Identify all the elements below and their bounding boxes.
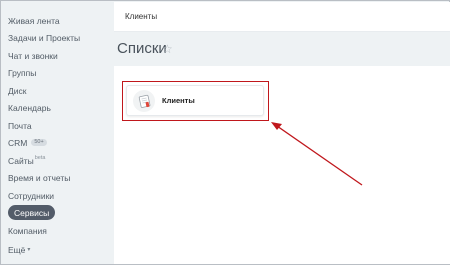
star-icon[interactable]: ☆ [162, 42, 173, 56]
chevron-down-icon: ▾ [27, 247, 31, 253]
beta-label: beta [34, 154, 46, 161]
sidebar-item-label: Ещё [8, 244, 26, 255]
title-bar: Списки ☆ [114, 32, 450, 66]
sidebar-item-calendar[interactable]: Календарь [8, 100, 51, 115]
sidebar-item-label: CRM [8, 137, 28, 148]
sidebar-item-services[interactable]: Сервисы [8, 205, 56, 220]
sidebar-item-crm[interactable]: CRM 50+ [8, 135, 47, 150]
sidebar-item-label: Календарь [8, 102, 51, 113]
sidebar-item-groups[interactable]: Группы [8, 65, 36, 80]
sidebar-item-time-reports[interactable]: Время и отчеты [8, 170, 70, 185]
sidebar-item-feed[interactable]: Живая лента [8, 13, 60, 28]
sidebar-item-employees[interactable]: Сотрудники [8, 188, 54, 203]
sidebar-item-label: Сотрудники [8, 190, 55, 201]
sidebar-item-more[interactable]: Ещё ▾ [8, 242, 30, 257]
sidebar-item-company[interactable]: Компания [8, 223, 47, 238]
window-frame: Живая лента Задачи и Проекты Чат и звонк… [0, 0, 450, 265]
sidebar-item-disk[interactable]: Диск [8, 83, 26, 98]
sidebar-item-label: Время и отчеты [8, 172, 71, 183]
sidebar-item-label: Компания [8, 225, 47, 236]
card-label: Клиенты [162, 96, 195, 105]
sidebar-item-label: Сервисы [14, 207, 50, 218]
sidebar-item-label: Задачи и Проекты [8, 32, 81, 43]
sidebar: Живая лента Задачи и Проекты Чат и звонк… [2, 2, 114, 264]
sidebar-item-mail[interactable]: Почта [8, 118, 32, 133]
sidebar-item-label: Группы [8, 67, 37, 78]
crm-count-badge: 50+ [31, 139, 47, 146]
sidebar-item-label: Живая лента [8, 15, 60, 26]
main-panel: Клиенты Списки ☆ [114, 2, 450, 264]
sidebar-item-chat[interactable]: Чат и звонки [8, 48, 58, 63]
card-highlight: Клиенты [122, 81, 269, 121]
sidebar-item-label: Диск [8, 85, 27, 96]
list-icon [133, 90, 155, 112]
sidebar-item-label: Почта [8, 120, 32, 131]
sidebar-item-tasks[interactable]: Задачи и Проекты [8, 30, 80, 45]
sidebar-item-sites[interactable]: Сайты beta [8, 153, 45, 168]
page-title: Списки [117, 40, 167, 57]
breadcrumb: Клиенты [125, 12, 158, 21]
sidebar-item-label: Чат и звонки [8, 50, 58, 61]
sidebar-item-label: Сайты [8, 155, 34, 166]
top-bar: Клиенты [114, 2, 450, 32]
list-card-clients[interactable]: Клиенты [126, 85, 264, 116]
